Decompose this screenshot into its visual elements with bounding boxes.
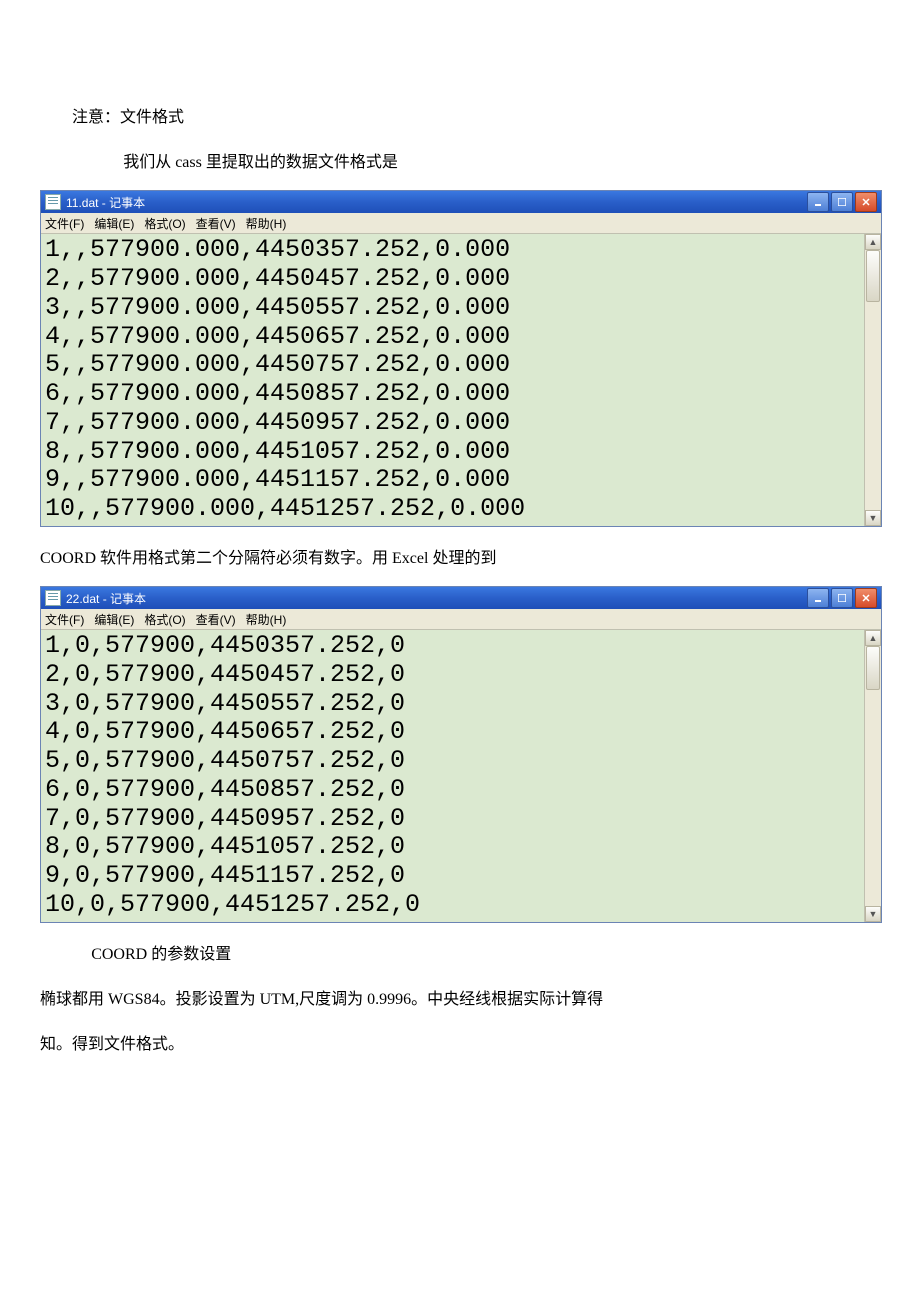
paragraph-cass-intro: 我们从 cass 里提取出的数据文件格式是 [40,145,880,180]
window-buttons [807,588,877,608]
minimize-button[interactable] [807,588,829,608]
menu-format[interactable]: 格式(O) [144,611,185,628]
menubar: 文件(F) 编辑(E) 格式(O) 查看(V) 帮助(H) [41,213,881,234]
scroll-track[interactable] [865,250,881,510]
menu-help[interactable]: 帮助(H) [246,611,287,628]
text-latin-scale: 0.9996 [367,991,411,1008]
scroll-up-button[interactable]: ▲ [865,234,881,250]
window-title: 11.dat - 记事本 [66,194,145,211]
file-content: 1,0,577900,4450357.252,0 2,0,577900,4450… [45,632,863,920]
vertical-scrollbar[interactable]: ▲ ▼ [864,630,881,922]
text-fragment: 里提取出的数据文件格式是 [202,154,398,171]
menu-help[interactable]: 帮助(H) [246,215,287,232]
text-area[interactable]: 1,,577900.000,4450357.252,0.000 2,,57790… [41,234,881,526]
text-fragment: 我们从 [123,154,175,171]
paragraph-ellipsoid-line1: 椭球都用 WGS84。投影设置为 UTM,尺度调为 0.9996。中央经线根据实… [40,982,880,1017]
notepad-window-11dat: 11.dat - 记事本 文件(F) 编辑(E) 格式(O) 查看(V) 帮助(… [40,190,882,527]
text-latin-coord2: COORD [91,946,147,963]
titlebar[interactable]: 22.dat - 记事本 [41,587,881,609]
text-area[interactable]: 1,0,577900,4450357.252,0 2,0,577900,4450… [41,630,881,922]
text-fragment: 软件用格式第二个分隔符必须有数字。用 [96,550,392,567]
document-icon [45,590,61,606]
text-latin-utm: UTM, [260,991,300,1008]
maximize-button[interactable] [831,588,853,608]
text-latin-coord: COORD [40,550,96,567]
titlebar[interactable]: 11.dat - 记事本 [41,191,881,213]
scroll-thumb[interactable] [866,250,880,302]
text-latin-wgs84: WGS84 [108,991,160,1008]
notepad-window-22dat: 22.dat - 记事本 文件(F) 编辑(E) 格式(O) 查看(V) 帮助(… [40,586,882,923]
document-page: 注意：文件格式 我们从 cass 里提取出的数据文件格式是 11.dat - 记… [0,0,920,1112]
scroll-down-button[interactable]: ▼ [865,510,881,526]
menu-edit[interactable]: 编辑(E) [94,215,134,232]
window-buttons [807,192,877,212]
text-fragment: 的参数设置 [147,946,231,963]
text-latin-excel: Excel [392,550,428,567]
text-fragment: 。投影设置为 [160,991,260,1008]
vertical-scrollbar[interactable]: ▲ ▼ [864,234,881,526]
file-content: 1,,577900.000,4450357.252,0.000 2,,57790… [45,236,863,524]
text-fragment: 。中央经线根据实际计算得 [411,991,603,1008]
paragraph-note: 注意：文件格式 [40,100,880,135]
maximize-button[interactable] [831,192,853,212]
close-button[interactable] [855,588,877,608]
window-title: 22.dat - 记事本 [66,590,146,607]
menu-view[interactable]: 查看(V) [196,611,236,628]
text-fragment: 处理的到 [428,550,496,567]
menu-file[interactable]: 文件(F) [45,215,84,232]
text-latin-cass: cass [175,154,202,171]
paragraph-ellipsoid-line2: 知。得到文件格式。 [40,1027,880,1062]
menubar: 文件(F) 编辑(E) 格式(O) 查看(V) 帮助(H) [41,609,881,630]
menu-format[interactable]: 格式(O) [144,215,185,232]
close-button[interactable] [855,192,877,212]
minimize-button[interactable] [807,192,829,212]
text-fragment: 尺度调为 [299,991,367,1008]
menu-edit[interactable]: 编辑(E) [94,611,134,628]
menu-view[interactable]: 查看(V) [196,215,236,232]
scroll-down-button[interactable]: ▼ [865,906,881,922]
text-fragment: 椭球都用 [40,991,108,1008]
paragraph-coord-settings: COORD 的参数设置 [40,937,880,972]
scroll-track[interactable] [865,646,881,906]
scroll-thumb[interactable] [866,646,880,690]
scroll-up-button[interactable]: ▲ [865,630,881,646]
menu-file[interactable]: 文件(F) [45,611,84,628]
document-icon [45,194,61,210]
paragraph-coord-format: COORD 软件用格式第二个分隔符必须有数字。用 Excel 处理的到 [40,541,880,576]
